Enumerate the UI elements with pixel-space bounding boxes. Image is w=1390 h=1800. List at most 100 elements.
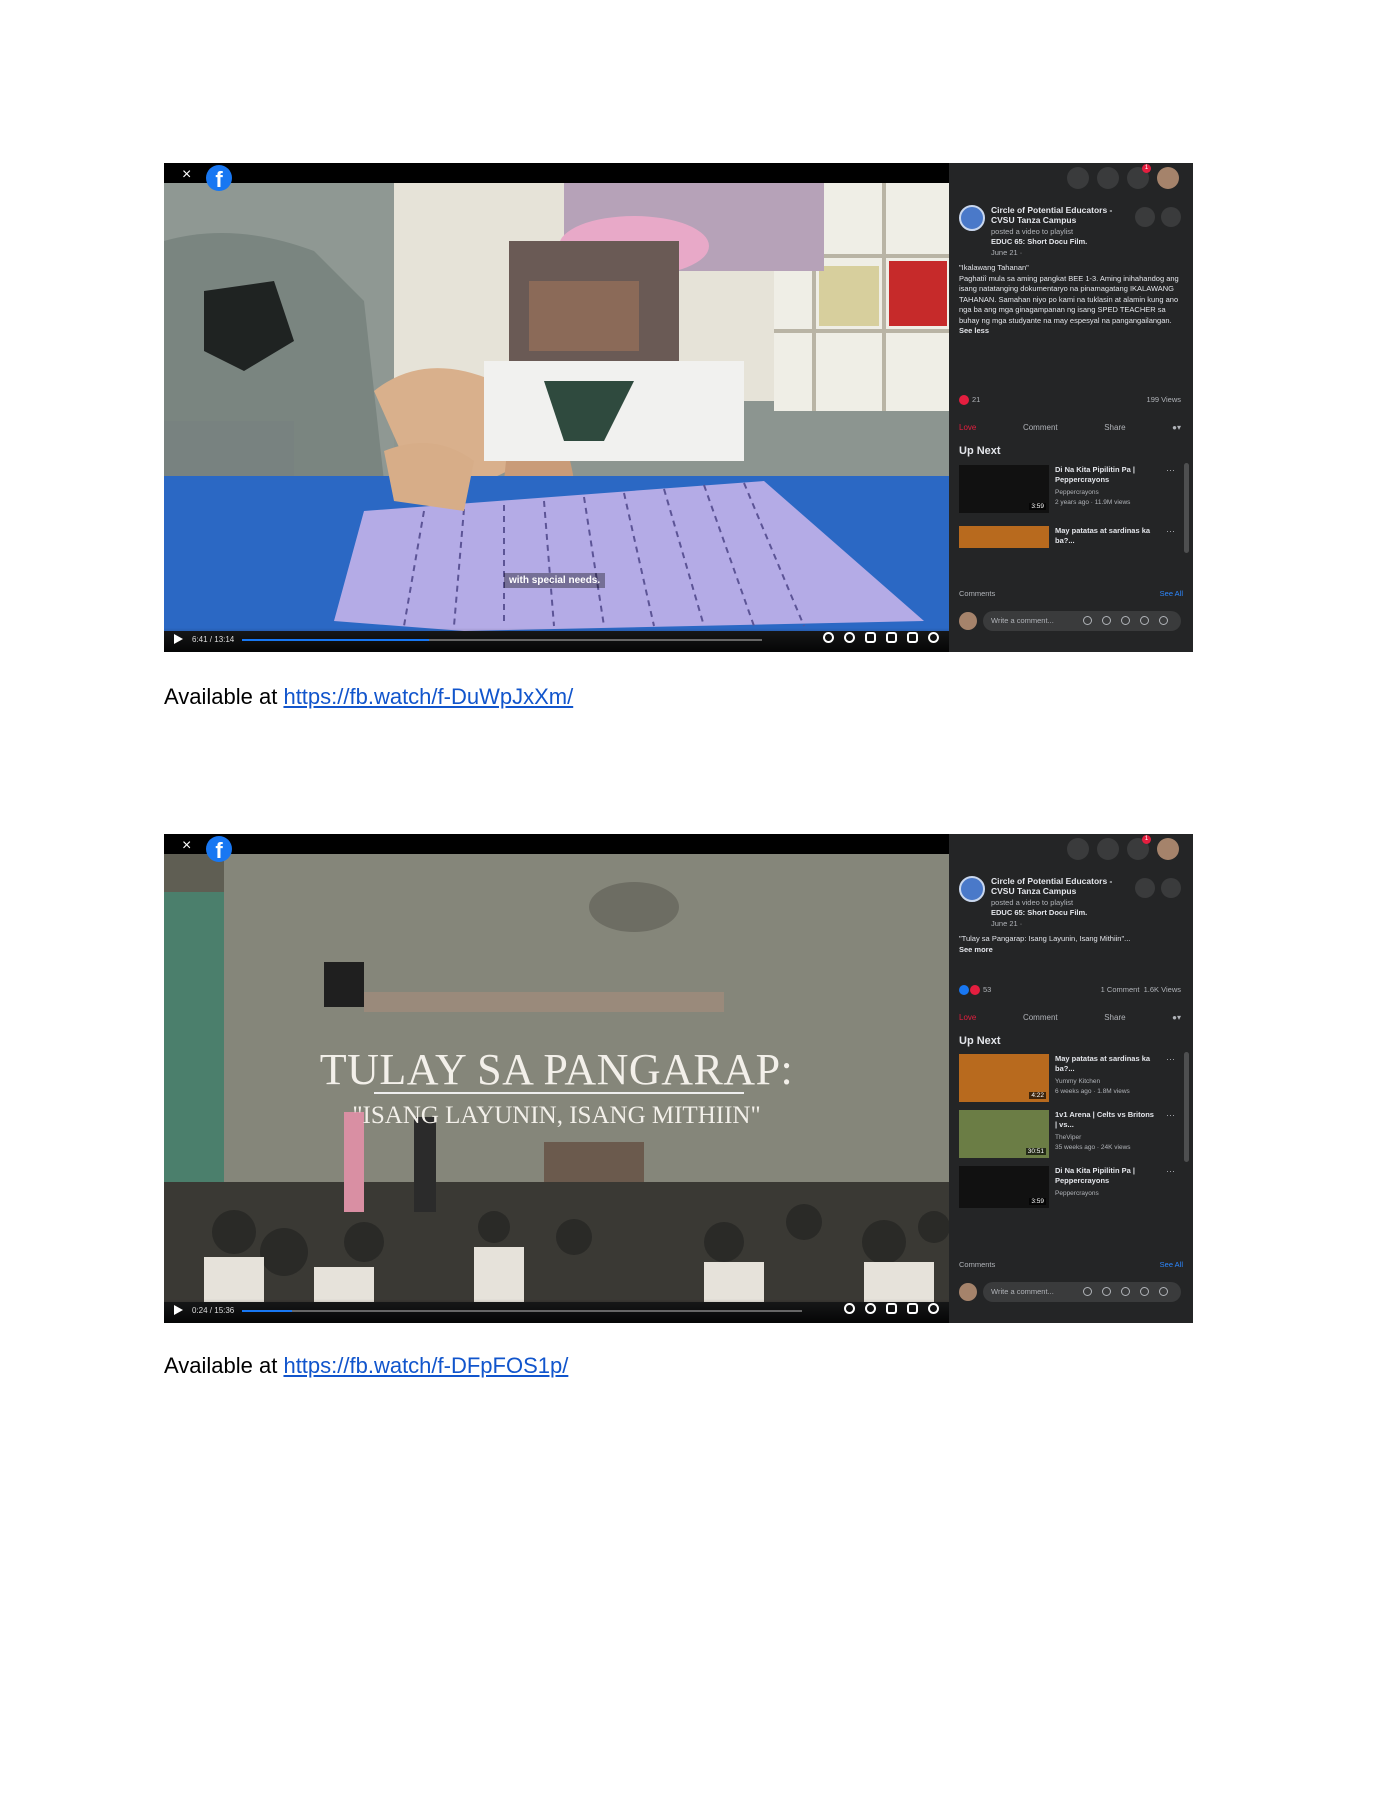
close-icon[interactable]: × xyxy=(182,167,191,183)
notifications-bell-icon[interactable]: 1 xyxy=(1127,835,1151,860)
picture-in-picture-icon[interactable] xyxy=(886,1303,897,1314)
share-button[interactable]: Share xyxy=(1104,423,1125,432)
play-icon[interactable] xyxy=(174,1305,183,1315)
up-next-item[interactable]: 3:59 Di Na Kita Pipilitin Pa | Peppercra… xyxy=(959,465,1181,513)
facebook-logo-icon[interactable]: f xyxy=(206,165,232,192)
gif-icon[interactable] xyxy=(1140,1287,1149,1296)
picture-in-picture-icon[interactable] xyxy=(886,632,897,643)
video-time: 0:24 / 15:36 xyxy=(192,1306,235,1315)
play-icon[interactable] xyxy=(174,634,183,644)
playlist-name[interactable]: EDUC 65: Short Docu Film. xyxy=(991,237,1087,246)
settings-gear-icon[interactable] xyxy=(865,1303,876,1314)
messenger-icon[interactable] xyxy=(1097,838,1119,860)
progress-track[interactable] xyxy=(242,1310,802,1312)
comment-count[interactable]: 1 Comment xyxy=(1101,985,1140,994)
comment-and-view-count: 1 Comment 1.6K Views xyxy=(1101,985,1181,994)
fullscreen-icon[interactable] xyxy=(907,632,918,643)
audience-icon[interactable]: ●▾ xyxy=(1172,423,1181,432)
captions-icon[interactable] xyxy=(823,632,834,643)
posted-text: posted a video to playlist xyxy=(991,898,1074,907)
sticker-icon[interactable] xyxy=(1159,616,1168,625)
messenger-icon[interactable] xyxy=(1097,167,1119,189)
close-icon[interactable]: × xyxy=(182,838,191,854)
view-count: 1.6K Views xyxy=(1143,985,1181,994)
post-actions: Love Comment Share ●▾ xyxy=(959,1013,1181,1022)
up-next-item[interactable]: 4:22 May patatas at sardinas ka ba?... Y… xyxy=(959,1054,1181,1102)
more-options-icon[interactable]: ··· xyxy=(1166,465,1175,475)
profile-avatar[interactable] xyxy=(1157,838,1179,860)
up-next-channel: Yummy Kitchen xyxy=(1055,1078,1101,1085)
progress-fill xyxy=(242,639,430,641)
more-options-icon[interactable]: ··· xyxy=(1166,1166,1175,1176)
save-icon[interactable] xyxy=(1135,207,1155,227)
fb-watch-link[interactable]: https://fb.watch/f-DFpFOS1p/ xyxy=(283,1353,568,1378)
scrollbar[interactable] xyxy=(1184,1052,1189,1162)
page-name[interactable]: Circle of Potential Educators -CVSU Tanz… xyxy=(991,205,1121,225)
facebook-logo-icon[interactable]: f xyxy=(206,836,232,863)
volume-icon[interactable] xyxy=(928,1303,939,1314)
settings-gear-icon[interactable] xyxy=(844,632,855,643)
fb-watch-link[interactable]: https://fb.watch/f-DuWpJxXm/ xyxy=(283,684,573,709)
volume-icon[interactable] xyxy=(928,632,939,643)
profile-avatar[interactable] xyxy=(1157,167,1179,189)
video-thumbnail: 30:51 xyxy=(959,1110,1049,1158)
emoji-icon[interactable] xyxy=(1102,616,1111,625)
comment-input[interactable]: Write a comment... xyxy=(983,1282,1181,1302)
notifications-bell-icon[interactable]: 1 xyxy=(1127,164,1151,189)
love-button[interactable]: Love xyxy=(959,423,976,432)
progress-fill xyxy=(242,1310,293,1312)
playlist-name[interactable]: EDUC 65: Short Docu Film. xyxy=(991,908,1087,917)
available-at-line: Available at https://fb.watch/f-DFpFOS1p… xyxy=(164,1353,568,1379)
view-count: 199 Views xyxy=(1146,395,1181,404)
up-next-item[interactable]: May patatas at sardinas ka ba?... ··· xyxy=(959,526,1181,548)
reaction-count[interactable]: 53 xyxy=(983,985,991,994)
reaction-count[interactable]: 21 xyxy=(972,395,980,404)
up-next-title: Di Na Kita Pipilitin Pa | Peppercrayons xyxy=(1055,1166,1136,1185)
subtitles-icon[interactable] xyxy=(865,632,876,643)
love-button[interactable]: Love xyxy=(959,1013,976,1022)
comments-label: Comments xyxy=(959,589,996,598)
comment-button[interactable]: Comment xyxy=(1023,1013,1058,1022)
more-options-icon[interactable] xyxy=(1161,878,1181,898)
save-icon[interactable] xyxy=(1135,878,1155,898)
page-name[interactable]: Circle of Potential Educators -CVSU Tanz… xyxy=(991,876,1121,896)
video-player[interactable]: × f with special needs. 6:41 / 13:14 xyxy=(164,163,949,652)
comment-input[interactable]: Write a comment... xyxy=(983,611,1181,631)
page-avatar[interactable] xyxy=(959,876,985,902)
notification-badge: 1 xyxy=(1142,164,1151,173)
see-more-link[interactable]: See more xyxy=(959,945,1181,956)
menu-grid-icon[interactable] xyxy=(1067,838,1089,860)
progress-track[interactable] xyxy=(242,639,762,641)
camera-icon[interactable] xyxy=(1121,1287,1130,1296)
gif-icon[interactable] xyxy=(1140,616,1149,625)
more-options-icon[interactable]: ··· xyxy=(1166,526,1175,536)
post-description: "Tulay sa Pangarap: Isang Layunin, Isang… xyxy=(959,934,1181,955)
page-avatar[interactable] xyxy=(959,205,985,231)
see-all-link[interactable]: See All xyxy=(1160,589,1183,598)
see-less-link[interactable]: See less xyxy=(959,326,1181,337)
post-stats: 21 199 Views xyxy=(959,395,1181,406)
comment-button[interactable]: Comment xyxy=(1023,423,1058,432)
audience-icon[interactable]: ●▾ xyxy=(1172,1013,1181,1022)
player-control-icons xyxy=(823,632,939,643)
see-all-link[interactable]: See All xyxy=(1160,1260,1183,1269)
scrollbar[interactable] xyxy=(1184,463,1189,553)
up-next-meta: 6 weeks ago · 1.8M views xyxy=(1055,1088,1130,1095)
video-player[interactable]: × f TULAY SA PANGARAP: "ISANG LAYUNIN, I… xyxy=(164,834,949,1323)
share-button[interactable]: Share xyxy=(1104,1013,1125,1022)
up-next-item[interactable]: 3:59 Di Na Kita Pipilitin Pa | Peppercra… xyxy=(959,1166,1181,1208)
up-next-item[interactable]: 30:51 1v1 Arena | Celts vs Britons | vs.… xyxy=(959,1110,1181,1158)
menu-grid-icon[interactable] xyxy=(1067,167,1089,189)
emoji-icon[interactable] xyxy=(1102,1287,1111,1296)
more-options-icon[interactable] xyxy=(1161,207,1181,227)
love-reaction-icon xyxy=(959,395,969,406)
fullscreen-icon[interactable] xyxy=(907,1303,918,1314)
camera-icon[interactable] xyxy=(1121,616,1130,625)
more-options-icon[interactable]: ··· xyxy=(1166,1054,1175,1064)
duration-badge: 3:59 xyxy=(1029,503,1046,510)
avatar-sticker-icon[interactable] xyxy=(1083,616,1092,625)
sticker-icon[interactable] xyxy=(1159,1287,1168,1296)
avatar-sticker-icon[interactable] xyxy=(1083,1287,1092,1296)
captions-icon[interactable] xyxy=(844,1303,855,1314)
more-options-icon[interactable]: ··· xyxy=(1166,1110,1175,1120)
